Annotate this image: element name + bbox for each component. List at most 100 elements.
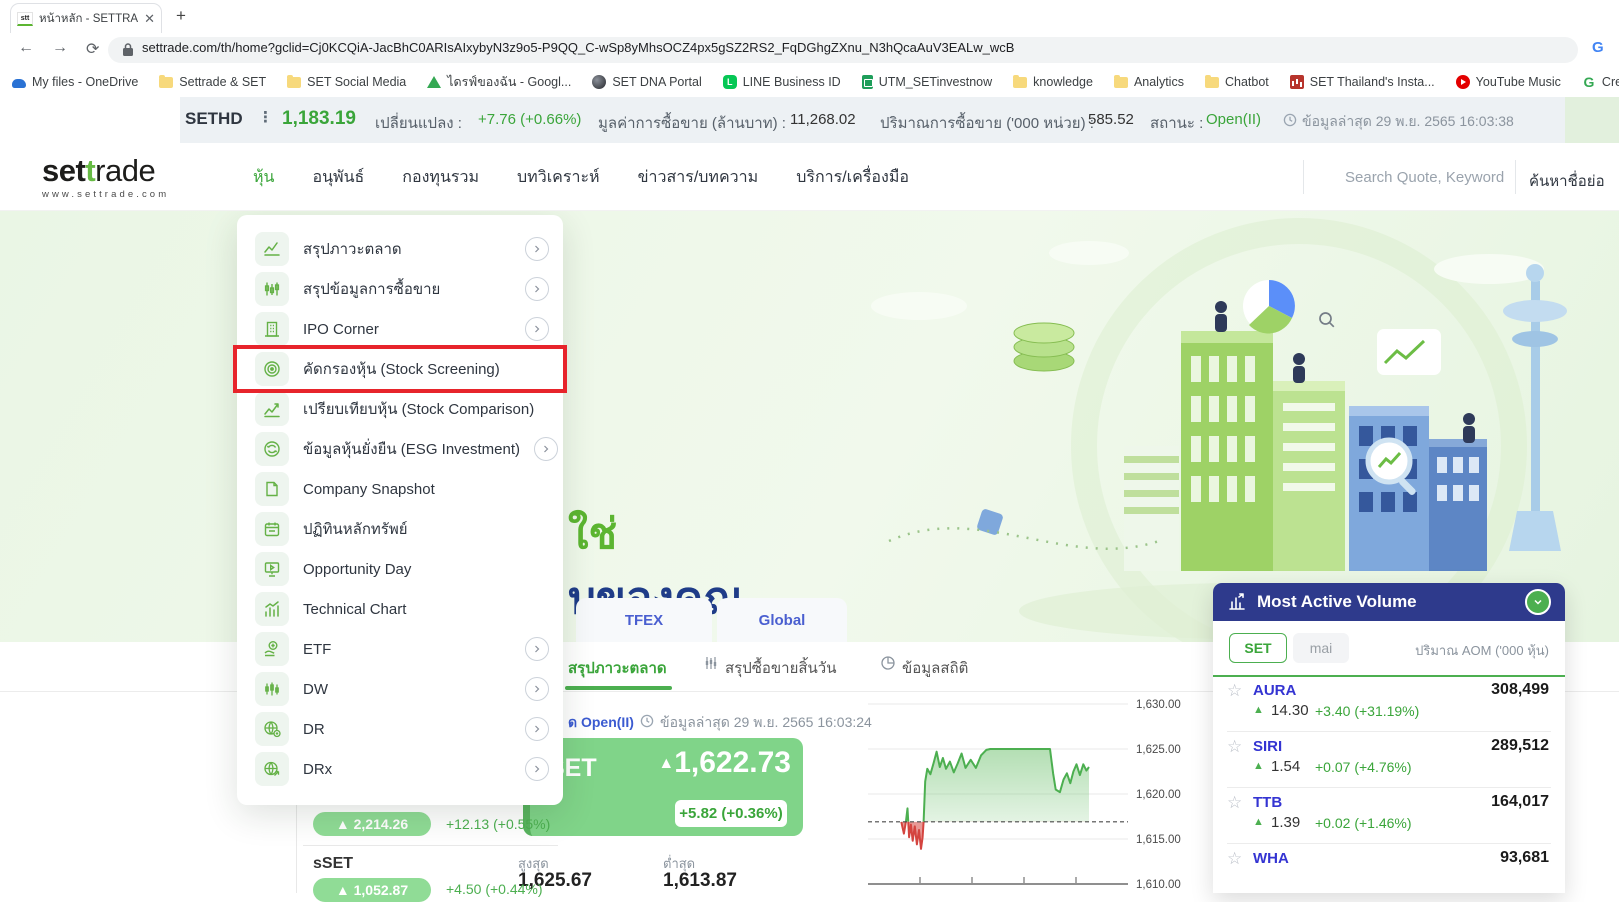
ticker-next-item-edge[interactable]: [1565, 97, 1619, 143]
folder-icon: [1113, 75, 1128, 88]
browser-tab-strip: stt หน้าหลัก - SETTRADE.COM - จุดปร ✕ +: [0, 0, 1619, 33]
nav-item-derivatives[interactable]: อนุพันธ์: [312, 165, 364, 190]
favorite-star-icon[interactable]: ☆: [1227, 793, 1242, 813]
menu-item-esg-investment[interactable]: ข้อมูลหุ้นยั่งยืน (ESG Investment): [237, 429, 563, 469]
search-icon[interactable]: [1318, 311, 1336, 329]
tab-tfex[interactable]: TFEX: [576, 598, 712, 642]
most-active-tab-mai[interactable]: mai: [1293, 633, 1349, 663]
opportunity-day-icon: [255, 552, 289, 586]
nav-item-funds[interactable]: กองทุนรวม: [402, 165, 479, 190]
bookmark-item[interactable]: ไดรฟ์ของฉัน - Googl...: [427, 72, 571, 92]
bookmark-item[interactable]: Settrade & SET: [159, 75, 266, 89]
favorite-star-icon[interactable]: ☆: [1227, 737, 1242, 757]
nav-item-news[interactable]: ข่าวสาร/บทความ: [638, 165, 759, 190]
chevron-right-icon[interactable]: [525, 717, 549, 741]
bookmarks-bar: My files - OneDrive Settrade & SET SET S…: [0, 66, 1619, 97]
chevron-right-icon[interactable]: [525, 277, 549, 301]
chevron-right-icon[interactable]: [525, 237, 549, 261]
favorite-star-icon[interactable]: ☆: [1227, 681, 1242, 701]
ipo-icon: [255, 312, 289, 346]
line-app-icon: L: [722, 74, 737, 89]
chevron-right-icon[interactable]: [525, 317, 549, 341]
subtab-eod-summary[interactable]: สรุปซื้อขายสิ้นวัน: [725, 656, 836, 680]
bookmark-item[interactable]: UTM_SETinvestnow: [861, 74, 992, 89]
tab-global[interactable]: Global: [717, 598, 847, 642]
google-icon[interactable]: G: [1592, 39, 1604, 56]
menu-item-dw[interactable]: DW: [237, 669, 563, 709]
bookmark-item[interactable]: Chatbot: [1204, 75, 1269, 89]
menu-item-trading-summary[interactable]: สรุปข้อมูลการซื้อขาย: [237, 269, 563, 309]
most-active-volume-widget: Most Active Volume SET mai ปริมาณ AOM ('…: [1213, 583, 1565, 893]
subtab-statistics[interactable]: ข้อมูลสถิติ: [902, 656, 968, 680]
bookmark-item[interactable]: SET DNA Portal: [592, 74, 702, 89]
bookmark-item[interactable]: My files - OneDrive: [12, 75, 138, 89]
menu-item-company-snapshot[interactable]: Company Snapshot: [237, 469, 563, 509]
favorite-star-icon[interactable]: ☆: [1227, 849, 1242, 869]
bookmark-item[interactable]: SET Thailand's Insta...: [1289, 74, 1435, 89]
menu-item-drx[interactable]: DRx: [237, 749, 563, 789]
stocks-dropdown-menu: สรุปภาวะตลาด สรุปข้อมูลการซื้อขาย IPO Co…: [237, 215, 563, 805]
index-value: ▲1,622.73: [658, 746, 791, 779]
menu-item-opportunity-day[interactable]: Opportunity Day: [237, 549, 563, 589]
chevron-right-icon[interactable]: [525, 677, 549, 701]
bookmark-item[interactable]: knowledge: [1013, 75, 1093, 89]
dw-icon: [255, 672, 289, 706]
new-tab-button[interactable]: +: [176, 6, 186, 26]
nav-item-stocks[interactable]: หุ้น: [253, 165, 274, 190]
hero-illustration: [871, 218, 1567, 642]
most-active-tab-set[interactable]: SET: [1229, 633, 1287, 663]
reload-icon[interactable]: ⟳: [86, 39, 99, 59]
onedrive-icon: [12, 78, 26, 88]
ticker-volume: 585.52: [1088, 111, 1134, 128]
chevron-right-icon[interactable]: [534, 437, 559, 461]
back-icon[interactable]: ←: [18, 39, 34, 57]
kebab-menu-icon[interactable]: ⋮: [258, 108, 273, 126]
clock-icon: [1283, 113, 1297, 127]
browser-tab[interactable]: stt หน้าหลัก - SETTRADE.COM - จุดปร ✕: [10, 3, 162, 33]
up-triangle-icon: ▲: [1253, 704, 1264, 716]
most-active-row[interactable]: ☆ AURA 308,499 ▲ 14.30 +3.40 (+31.19%): [1213, 679, 1565, 733]
esg-icon: [255, 432, 289, 466]
mini-index1-change: +12.13 (+0.55%): [446, 816, 551, 832]
pie-icon: [881, 656, 895, 670]
tab-close-icon[interactable]: ✕: [144, 12, 155, 25]
menu-item-technical-chart[interactable]: Technical Chart: [237, 589, 563, 629]
nav-item-services[interactable]: บริการ/เครื่องมือ: [796, 165, 909, 190]
etf-icon: [255, 632, 289, 666]
menu-item-ipo-corner[interactable]: IPO Corner: [237, 309, 563, 349]
bookmark-item[interactable]: YouTube Music: [1455, 74, 1561, 89]
most-active-header[interactable]: Most Active Volume: [1213, 583, 1565, 621]
set-intraday-chart: 1,630.00 1,625.00 1,620.00 1,615.00 1,610.00: [868, 699, 1181, 891]
ticker-status-label: สถานะ :: [1150, 115, 1204, 132]
most-active-row[interactable]: ☆ TTB 164,017 ▲ 1.39 +0.02 (+1.46%): [1213, 791, 1565, 845]
chevron-right-icon[interactable]: [525, 757, 549, 781]
most-active-row[interactable]: ☆ SIRI 289,512 ▲ 1.54 +0.07 (+4.76%): [1213, 735, 1565, 789]
menu-item-stock-comparison[interactable]: เปรียบเทียบหุ้น (Stock Comparison): [237, 389, 563, 429]
chevron-right-icon[interactable]: [525, 637, 549, 661]
bookmark-item[interactable]: GCreator's Playgroun: [1582, 75, 1619, 89]
data-studio-icon: [1289, 74, 1304, 89]
widget-divider: [296, 795, 297, 893]
bookmark-item[interactable]: L LINE Business ID: [722, 74, 841, 89]
row-divider: [1227, 787, 1551, 788]
bookmark-item[interactable]: SET Social Media: [287, 75, 406, 89]
bookmark-item[interactable]: Analytics: [1113, 75, 1184, 89]
menu-item-securities-calendar[interactable]: ปฏิทินหลักทรัพย์: [237, 509, 563, 549]
subtab-market-overview[interactable]: สรุปภาวะตลาด: [568, 656, 667, 680]
menu-item-market-summary[interactable]: สรุปภาวะตลาด: [237, 229, 563, 269]
collapse-widget-button[interactable]: [1525, 589, 1551, 615]
forward-icon[interactable]: →: [52, 39, 68, 57]
technical-chart-icon: [255, 592, 289, 626]
svg-text:1,610.00: 1,610.00: [1136, 879, 1181, 891]
active-subtab-underline: [565, 686, 672, 690]
symbol-lookup-button[interactable]: ค้นหาชื่อย่อ: [1529, 169, 1605, 193]
menu-item-etf[interactable]: ETF: [237, 629, 563, 669]
settrade-logo[interactable]: settrade www.settrade.com: [42, 155, 169, 200]
set-index-card[interactable]: SET ▲1,622.73 +5.82 (+0.36%): [523, 738, 803, 836]
google-drive-icon: [427, 76, 442, 88]
quote-search-input[interactable]: Search Quote, Keyword: [1345, 169, 1504, 186]
widget-title: Most Active Volume: [1257, 592, 1417, 611]
svg-text:1,625.00: 1,625.00: [1136, 744, 1181, 756]
menu-item-dr[interactable]: DR: [237, 709, 563, 749]
nav-item-research[interactable]: บทวิเคราะห์: [517, 165, 600, 190]
